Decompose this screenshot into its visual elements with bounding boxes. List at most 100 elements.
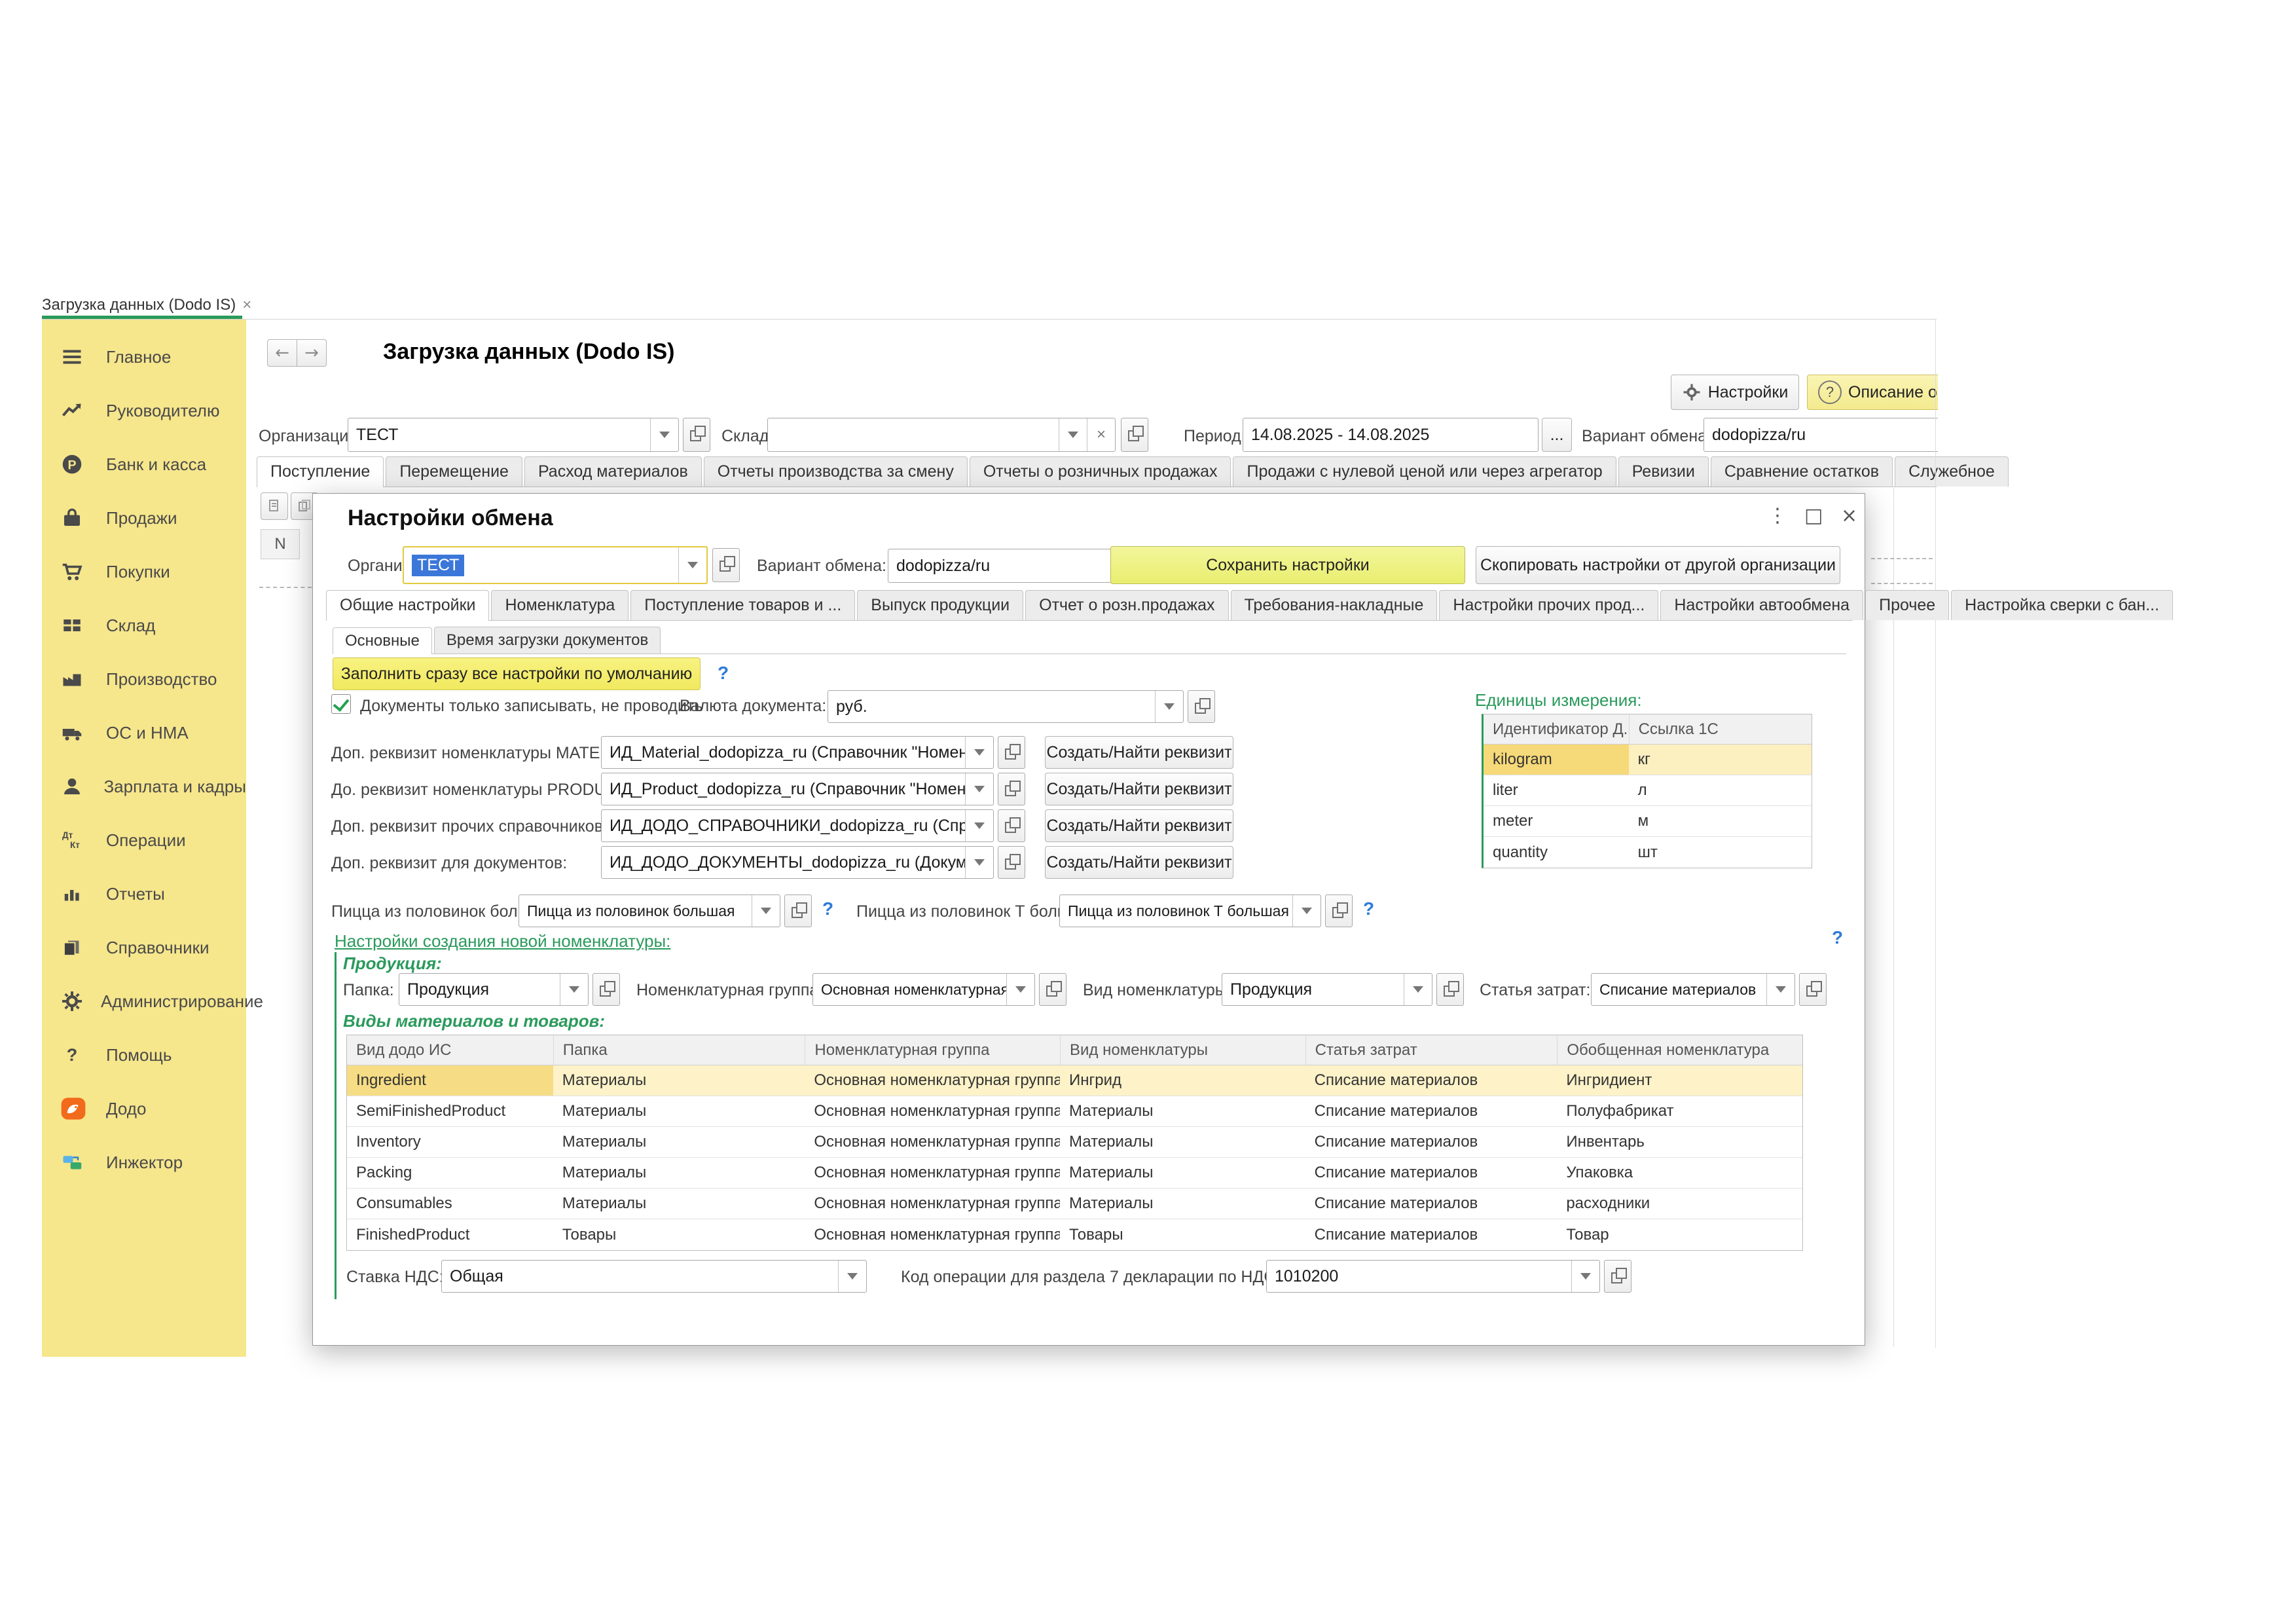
table-cell[interactable]: Материалы [1060,1189,1305,1219]
dropdown-icon[interactable] [1766,974,1795,1005]
table-cell[interactable]: FinishedProduct [347,1219,553,1250]
help-mark[interactable]: ? [718,663,729,684]
sidebar-item-glavnoe[interactable]: Главное [42,330,246,384]
dialog-tab-sverka-bank[interactable]: Настройка сверки с бан... [1951,590,2173,620]
pizza-half-t-open-button[interactable] [1325,895,1353,927]
sidebar-item-rukovoditelyu[interactable]: Руководителю [42,384,246,437]
pizza-half-open-button[interactable] [784,895,812,927]
tab-peremeschenie[interactable]: Перемещение [386,456,522,487]
sidebar-item-os-i-nma[interactable]: ОС и НМА [42,706,246,760]
table-cell[interactable]: Ингридиент [1557,1065,1802,1096]
subtab-vremya-zagruzki[interactable]: Время загрузки документов [434,627,661,654]
attr-product-open-button[interactable] [998,773,1025,805]
cost-open-button[interactable] [1799,973,1827,1006]
sidebar-item-operacii[interactable]: ДтКт Операции [42,813,246,867]
table-cell[interactable]: Основная номенклатурная группа [805,1065,1060,1096]
table-cell[interactable]: Packing [347,1158,553,1188]
dropdown-icon[interactable] [752,895,780,927]
dropdown-icon[interactable] [650,418,678,451]
save-settings-button[interactable]: Сохранить настройки [1110,546,1465,584]
table-cell[interactable]: Материалы [553,1189,805,1219]
back-button[interactable]: ← [267,339,297,367]
dropdown-icon[interactable] [965,737,993,768]
warehouse-combo[interactable]: × [767,418,1116,452]
table-cell[interactable]: Consumables [347,1189,553,1219]
pizza-half-combo[interactable]: Пицца из половинок большая [519,895,780,927]
warehouse-open-button[interactable] [1121,418,1148,452]
kind-combo[interactable]: Продукция [1222,973,1432,1006]
table-cell[interactable]: Полуфабрикат [1557,1096,1802,1126]
table-cell[interactable]: SemiFinishedProduct [347,1096,553,1126]
dialog-tab-prochee[interactable]: Прочее [1865,590,1949,620]
pizza-half-t-combo[interactable]: Пицца из половинок Т большая [1059,895,1321,927]
dropdown-icon[interactable] [838,1261,866,1292]
group-open-button[interactable] [1039,973,1066,1006]
dialog-tab-trebovaniya[interactable]: Требования-накладные [1231,590,1438,620]
table-cell[interactable]: Товары [553,1219,805,1250]
units-cell[interactable]: м [1629,806,1812,836]
units-cell[interactable]: quantity [1484,837,1629,868]
dropdown-icon[interactable] [678,547,706,583]
tab-otchety-proizvodstva[interactable]: Отчеты производства за смену [704,456,968,487]
help-mark[interactable]: ? [1832,927,1843,948]
sidebar-item-inzhektor[interactable]: Инжектор [42,1135,246,1189]
attr-refs-open-button[interactable] [998,809,1025,842]
dialog-maximize-icon[interactable]: □ [1804,504,1823,527]
table-cell[interactable]: Товары [1060,1219,1305,1250]
tab-sravnenie-ostatkov[interactable]: Сравнение остатков [1711,456,1893,487]
table-cell[interactable]: Упаковка [1557,1158,1802,1188]
attr-material-combo[interactable]: ИД_Material_dodopizza_ru (Справочник "Но… [601,736,994,769]
table-cell[interactable]: Ingredient [347,1065,553,1096]
dialog-tab-otchet-rozn[interactable]: Отчет о розн.продажах [1025,590,1228,620]
tab-rashod-materialov[interactable]: Расход материалов [524,456,702,487]
units-cell[interactable]: liter [1484,775,1629,805]
dialog-tab-avtoobmen[interactable]: Настройки автообмена [1660,590,1863,620]
units-cell[interactable]: meter [1484,806,1629,836]
dropdown-icon[interactable] [1292,895,1321,927]
attr-refs-combo[interactable]: ИД_ДОДО_СПРАВОЧНИКИ_dodopizza_ru (Справо… [601,809,994,842]
table-cell[interactable]: Ингрид [1060,1065,1305,1096]
help-mark[interactable]: ? [822,898,833,919]
sidebar-item-spravochniki[interactable]: Справочники [42,921,246,974]
table-cell[interactable]: Основная номенклатурная группа [805,1096,1060,1126]
op-code-open-button[interactable] [1604,1260,1631,1293]
toolbar-button-1[interactable] [261,492,288,520]
sidebar-item-bank-i-kassa[interactable]: Р Банк и касса [42,437,246,491]
attr-docs-combo[interactable]: ИД_ДОДО_ДОКУМЕНТЫ_dodopizza_ru (Документ… [601,846,994,879]
attr-material-open-button[interactable] [998,736,1025,769]
table-cell[interactable]: Основная номенклатурная группа [805,1219,1060,1250]
table-cell[interactable]: Списание материалов [1305,1096,1558,1126]
tab-sluzhebnoe[interactable]: Служебное [1895,456,2009,487]
sidebar-item-sklad[interactable]: Склад [42,599,246,652]
table-cell[interactable]: Списание материалов [1305,1158,1558,1188]
dropdown-icon[interactable] [965,773,993,805]
dropdown-icon[interactable] [1404,974,1432,1005]
dialog-tab-vypusk[interactable]: Выпуск продукции [857,590,1023,620]
table-cell[interactable]: расходники [1557,1189,1802,1219]
forward-button[interactable]: → [297,339,327,367]
dialog-tab-obschie[interactable]: Общие настройки [326,590,489,621]
attr-product-combo[interactable]: ИД_Product_dodopizza_ru (Справочник "Ном… [601,773,994,805]
table-cell[interactable]: Списание материалов [1305,1189,1558,1219]
dialog-menu-icon[interactable]: ⋮ [1768,504,1787,527]
app-tab[interactable]: Загрузка данных (Dodo IS) × [42,292,245,318]
dropdown-icon[interactable] [965,810,993,841]
exchange-variant-input[interactable]: dodopizza/ru [1704,418,1938,452]
units-row-quantity[interactable]: quantity шт [1484,837,1812,868]
table-cell[interactable]: Списание материалов [1305,1219,1558,1250]
tab-postuplenie[interactable]: Поступление [257,456,384,487]
dropdown-icon[interactable] [1006,974,1034,1005]
app-tab-close-icon[interactable]: × [242,296,251,314]
group-combo[interactable]: Основная номенклатурная груп [812,973,1035,1006]
currency-open-button[interactable] [1188,690,1215,723]
attr-docs-create-button[interactable]: Создать/Найти реквизит [1045,846,1233,879]
table-cell[interactable]: Списание материалов [1305,1127,1558,1157]
table-cell[interactable]: Основная номенклатурная группа [805,1158,1060,1188]
subtab-osnovnye[interactable]: Основные [333,627,432,654]
table-cell[interactable]: Материалы [553,1127,805,1157]
settings-button[interactable]: Настройки [1671,375,1799,410]
help-mark[interactable]: ? [1363,898,1374,919]
dropdown-icon[interactable] [965,847,993,878]
units-cell[interactable]: kilogram [1484,745,1629,775]
org-combo[interactable]: ТЕСТ [348,418,679,452]
